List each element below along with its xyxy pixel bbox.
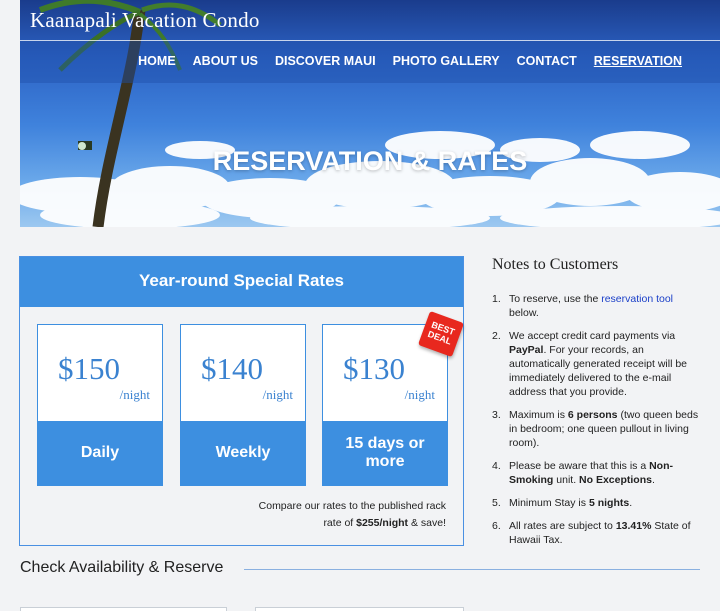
note-text: Minimum Stay is 5 nights. xyxy=(509,496,632,510)
nav-reservation[interactable]: RESERVATION xyxy=(594,54,682,68)
compare-text-post: & save! xyxy=(408,517,446,529)
nav-contact[interactable]: CONTACT xyxy=(517,54,577,68)
note-text-post: below. xyxy=(509,307,539,319)
rate-label: 15 days or more xyxy=(323,421,447,485)
notes-title: Notes to Customers xyxy=(492,256,619,273)
note-number: 3. xyxy=(492,409,501,421)
rate-card-15-days: $130 /night 15 days or more BEST DEAL xyxy=(322,310,465,486)
hero-background-image xyxy=(20,0,720,227)
note-item: 5. Minimum Stay is 5 nights. xyxy=(492,496,702,510)
check-availability-title: Check Availability & Reserve xyxy=(20,559,224,576)
note-number: 6. xyxy=(492,520,501,532)
rate-card-weekly: $140 /night Weekly xyxy=(180,324,306,486)
rate-price: $150 xyxy=(58,351,120,386)
nav-discover-maui[interactable]: DISCOVER MAUI xyxy=(275,54,376,68)
note-text-pre: Maximum is xyxy=(509,409,568,421)
reservation-tool-link[interactable]: reservation tool xyxy=(601,293,673,305)
note-text-bold: 13.41% xyxy=(615,520,652,532)
rate-card-daily: $150 /night Daily xyxy=(37,324,163,486)
note-number: 2. xyxy=(492,330,501,342)
notes-list: 1. To reserve, use the reservation tool … xyxy=(492,292,702,556)
rate-price: $130 xyxy=(343,351,405,386)
note-text-bold: 5 nights xyxy=(588,497,630,509)
note-text-post: unit. xyxy=(553,474,580,486)
rates-title: Year-round Special Rates xyxy=(20,257,463,307)
nav-home[interactable]: HOME xyxy=(138,54,176,68)
note-text-post: . xyxy=(651,474,655,486)
note-item: 6. All rates are subject to 13.41% State… xyxy=(492,519,702,547)
note-item: 3. Maximum is 6 persons (two queen beds … xyxy=(492,408,702,450)
note-text-post: . xyxy=(629,497,633,509)
note-number: 5. xyxy=(492,497,501,509)
note-text: Maximum is 6 persons (two queen beds in … xyxy=(509,408,702,450)
note-number: 4. xyxy=(492,460,501,472)
page-heading: RESERVATION & RATES xyxy=(212,146,528,176)
availability-widget-2[interactable] xyxy=(255,607,464,611)
rates-panel: Year-round Special Rates $150 /night Dai… xyxy=(19,256,465,546)
note-number: 1. xyxy=(492,293,501,305)
note-text-bold: No Exceptions xyxy=(579,474,652,486)
section-divider xyxy=(244,569,700,570)
note-text-pre: Minimum Stay is xyxy=(509,497,589,509)
note-text-pre: To reserve, use the xyxy=(509,293,602,305)
note-item: 1. To reserve, use the reservation tool … xyxy=(492,292,702,320)
rate-label: Weekly xyxy=(181,421,305,485)
main-nav: HOME ABOUT US DISCOVER MAUI PHOTO GALLER… xyxy=(121,54,682,68)
note-text-bold: 6 persons xyxy=(567,409,618,421)
note-text: We accept credit card payments via PayPa… xyxy=(509,329,702,399)
note-text-pre: Please be aware that this is a xyxy=(509,460,650,472)
note-text: Please be aware that this is a Non-Smoki… xyxy=(509,459,702,487)
note-item: 4. Please be aware that this is a Non-Sm… xyxy=(492,459,702,487)
note-item: 2. We accept credit card payments via Pa… xyxy=(492,329,702,399)
site-title[interactable]: Kaanapali Vacation Condo xyxy=(30,8,260,33)
compare-rack-rate: $255/night xyxy=(356,517,409,529)
rate-label: Daily xyxy=(38,421,162,485)
rate-per-night: /night xyxy=(404,387,435,402)
rate-price: $140 xyxy=(201,351,263,386)
note-text-bold: PayPal xyxy=(509,344,544,356)
hero-banner: Kaanapali Vacation Condo RESERVATION & R… xyxy=(20,0,720,227)
compare-rates-text: Compare our rates to the published rack … xyxy=(246,498,446,532)
rate-per-night: /night xyxy=(119,387,150,402)
availability-widget-1[interactable] xyxy=(20,607,227,611)
note-text: All rates are subject to 13.41% State of… xyxy=(509,519,702,547)
rate-per-night: /night xyxy=(262,387,293,402)
nav-photo-gallery[interactable]: PHOTO GALLERY xyxy=(393,54,500,68)
best-deal-badge: BEST DEAL xyxy=(417,310,465,358)
note-text-pre: We accept credit card payments via xyxy=(509,330,676,342)
note-text: To reserve, use the reservation tool bel… xyxy=(509,292,702,320)
nav-about-us[interactable]: ABOUT US xyxy=(193,54,258,68)
note-text-pre: All rates are subject to xyxy=(509,520,616,532)
